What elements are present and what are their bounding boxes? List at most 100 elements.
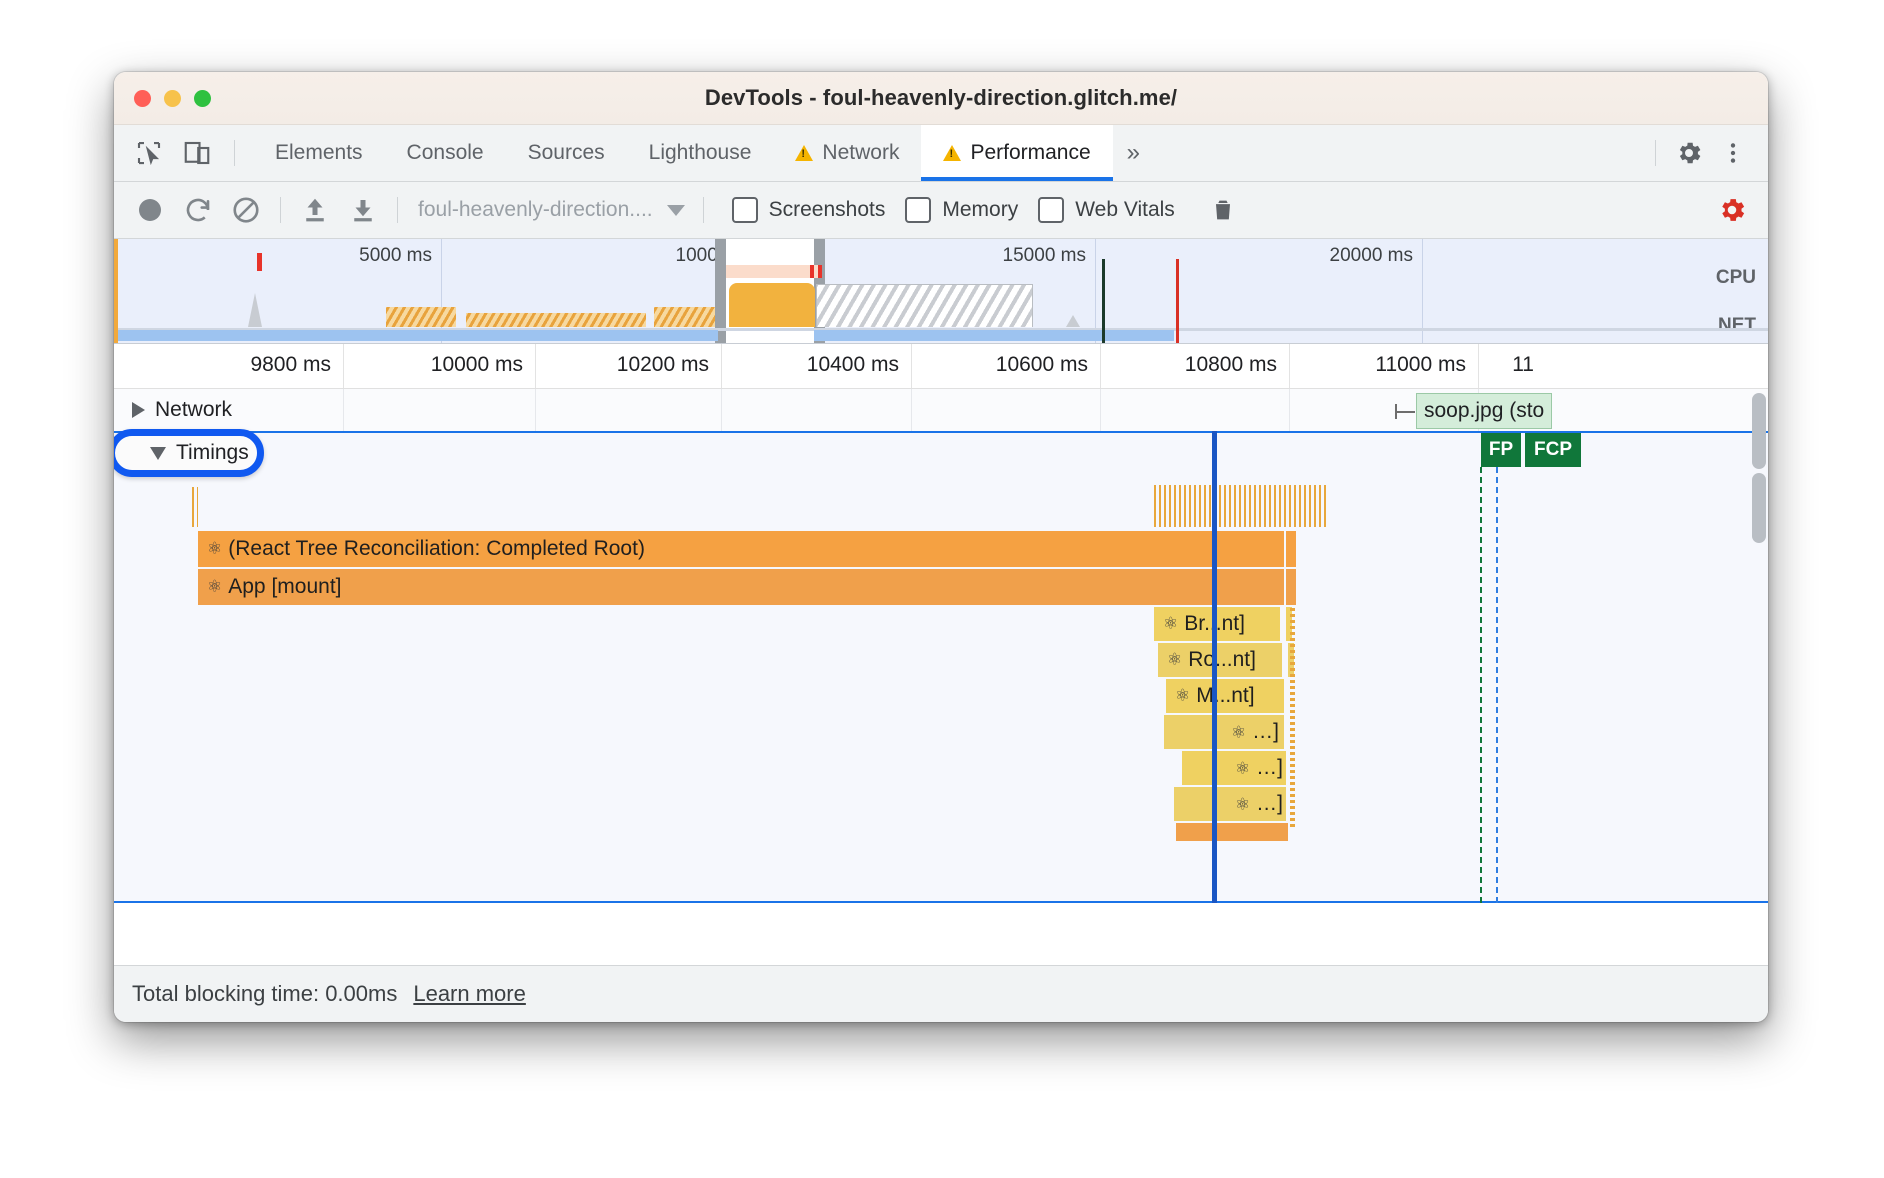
more-tabs-icon[interactable]: » — [1113, 139, 1154, 167]
flamechart-scrollbar-thumb[interactable] — [1752, 473, 1766, 543]
memory-label: Memory — [942, 198, 1019, 221]
save-profile-button[interactable] — [341, 190, 385, 230]
overview-net-request — [814, 330, 1174, 341]
flame-bar-ro-mount[interactable]: ⚛ Ro...nt] — [1158, 643, 1282, 677]
screenshots-checkbox[interactable]: Screenshots — [731, 197, 885, 223]
recording-target-value: foul-heavenly-direction.... — [418, 198, 653, 221]
overview-net-request — [118, 330, 718, 341]
tab-lighthouse-label: Lighthouse — [648, 141, 752, 164]
tab-console[interactable]: Console — [385, 125, 506, 181]
learn-more-link[interactable]: Learn more — [413, 981, 526, 1007]
capture-settings-gear-icon[interactable] — [1710, 190, 1754, 230]
overview-cpu-label: CPU — [1715, 267, 1756, 288]
fp-marker-line — [1480, 467, 1482, 903]
flame-bar-br-mount[interactable]: ⚛ Br...nt] — [1154, 607, 1280, 641]
overview-load-marker — [1176, 259, 1179, 343]
chevron-down-icon — [666, 204, 685, 216]
reload-and-record-button[interactable] — [176, 190, 220, 230]
track-network-title[interactable]: Network — [114, 398, 232, 422]
react-atom-icon: ⚛ — [1231, 723, 1247, 742]
chevron-right-icon — [132, 402, 145, 418]
ruler-gridline — [911, 344, 912, 388]
flame-bar-label: ⚛ …] — [1174, 792, 1283, 816]
flame-bar-app-mount-tail[interactable] — [1286, 569, 1296, 605]
flame-bar-react-reconciliation[interactable]: ⚛ (React Tree Reconciliation: Completed … — [198, 531, 1284, 567]
trash-icon[interactable] — [1201, 190, 1245, 230]
network-event-label: soop.jpg (sto — [1424, 399, 1545, 422]
window-titlebar: DevTools - foul-heavenly-direction.glitc… — [114, 72, 1768, 125]
toolbar-divider-1 — [280, 197, 281, 223]
toolbar-divider-3 — [702, 197, 704, 223]
track-timings-label-top: Timings — [176, 441, 249, 464]
recording-target-select[interactable]: foul-heavenly-direction.... — [418, 198, 685, 222]
flame-bar-m-mount[interactable]: ⚛ M...nt] — [1166, 679, 1284, 713]
flame-bar-label: Ro...nt] — [1188, 648, 1256, 671]
react-atom-icon: ⚛ — [1235, 759, 1251, 778]
flame-bar-nested-1[interactable]: ⚛ …] — [1164, 715, 1284, 749]
tabbar-right-icons — [1647, 134, 1768, 172]
chevron-down-icon — [150, 446, 166, 460]
timeline-overview[interactable]: 5000 ms 10000 ms 15000 ms 20000 ms CPU N… — [114, 239, 1768, 344]
tab-network[interactable]: Network — [773, 125, 921, 181]
device-toolbar-icon[interactable] — [178, 134, 216, 172]
flame-bar-nested-2[interactable]: ⚛ …] — [1182, 751, 1286, 785]
overview-tick-5000: 5000 ms — [359, 245, 432, 266]
flame-bar-react-reconciliation-tail[interactable] — [1286, 531, 1296, 567]
tab-sources[interactable]: Sources — [506, 125, 627, 181]
flamechart-scrollbar-thumb-top[interactable] — [1752, 393, 1766, 469]
track-timings-title-top[interactable]: Timings — [132, 441, 249, 465]
flamechart[interactable]: Network soop.jpg (sto Timings Timings — [114, 389, 1768, 903]
status-bar: Total blocking time: 0.00ms Learn more — [114, 965, 1768, 1022]
checkbox-box — [1038, 197, 1065, 223]
checkbox-box — [731, 197, 758, 223]
overview-error-marker — [257, 253, 262, 271]
tab-elements[interactable]: Elements — [253, 125, 385, 181]
overview-cpu-spike — [1066, 315, 1080, 327]
memory-checkbox[interactable]: Memory — [905, 197, 1018, 223]
web-vitals-checkbox[interactable]: Web Vitals — [1038, 197, 1175, 223]
flame-bar-nested-3[interactable]: ⚛ …] — [1174, 787, 1286, 821]
load-profile-button[interactable] — [293, 190, 337, 230]
flame-bar-label: ⚛ …] — [1164, 720, 1279, 744]
overview-selection-netbar — [726, 265, 822, 278]
devtools-tabbar: Elements Console Sources Lighthouse Netw… — [114, 125, 1768, 182]
timing-tick-small — [192, 487, 198, 527]
warning-triangle-icon — [795, 145, 814, 161]
overview-cpu-activity — [386, 307, 456, 327]
checkbox-box — [905, 197, 932, 223]
window-title: DevTools - foul-heavenly-direction.glitc… — [704, 85, 1178, 110]
fcp-marker-badge[interactable]: FCP — [1525, 433, 1581, 467]
tabbar-divider-right — [1655, 140, 1656, 166]
tab-performance[interactable]: Performance — [921, 125, 1113, 181]
fp-marker-badge[interactable]: FP — [1481, 433, 1521, 467]
overview-tick-20000: 20000 ms — [1329, 245, 1413, 266]
ruler-gridline — [343, 344, 344, 388]
flame-bar-nested-4[interactable] — [1176, 823, 1288, 841]
network-whisker-icon — [1395, 404, 1415, 419]
toolbar-divider-2 — [397, 197, 398, 223]
inspect-element-icon[interactable] — [130, 134, 168, 172]
react-atom-icon: ⚛ — [1235, 795, 1251, 814]
ruler-tick-7: 11 — [1512, 353, 1534, 376]
gear-icon[interactable] — [1670, 134, 1708, 172]
flame-bar-label: M...nt] — [1196, 684, 1255, 707]
tab-lighthouse[interactable]: Lighthouse — [627, 125, 774, 181]
overview-cpu-hatched — [816, 284, 1033, 327]
timeline-scrubber[interactable] — [1212, 431, 1217, 903]
ruler-tick-1: 10000 ms — [430, 353, 523, 376]
network-event-pill[interactable]: soop.jpg (sto — [1395, 393, 1553, 429]
flame-bar-label: (React Tree Reconciliation: Completed Ro… — [228, 537, 645, 560]
ruler-tick-5: 10800 ms — [1184, 353, 1277, 376]
ruler-gridline — [1289, 344, 1290, 388]
overview-cpu-activity — [654, 307, 724, 327]
tab-network-label: Network — [822, 141, 900, 164]
flame-bar-app-mount[interactable]: ⚛ App [mount] — [198, 569, 1284, 605]
react-atom-icon: ⚛ — [1175, 686, 1191, 705]
record-button[interactable] — [128, 190, 172, 230]
overview-cpu-spike — [248, 293, 262, 327]
react-atom-icon: ⚛ — [1167, 650, 1183, 669]
tab-elements-label: Elements — [275, 141, 363, 164]
kebab-menu-icon[interactable] — [1714, 134, 1752, 172]
timings-track-band — [114, 431, 1768, 903]
clear-button[interactable] — [224, 190, 268, 230]
